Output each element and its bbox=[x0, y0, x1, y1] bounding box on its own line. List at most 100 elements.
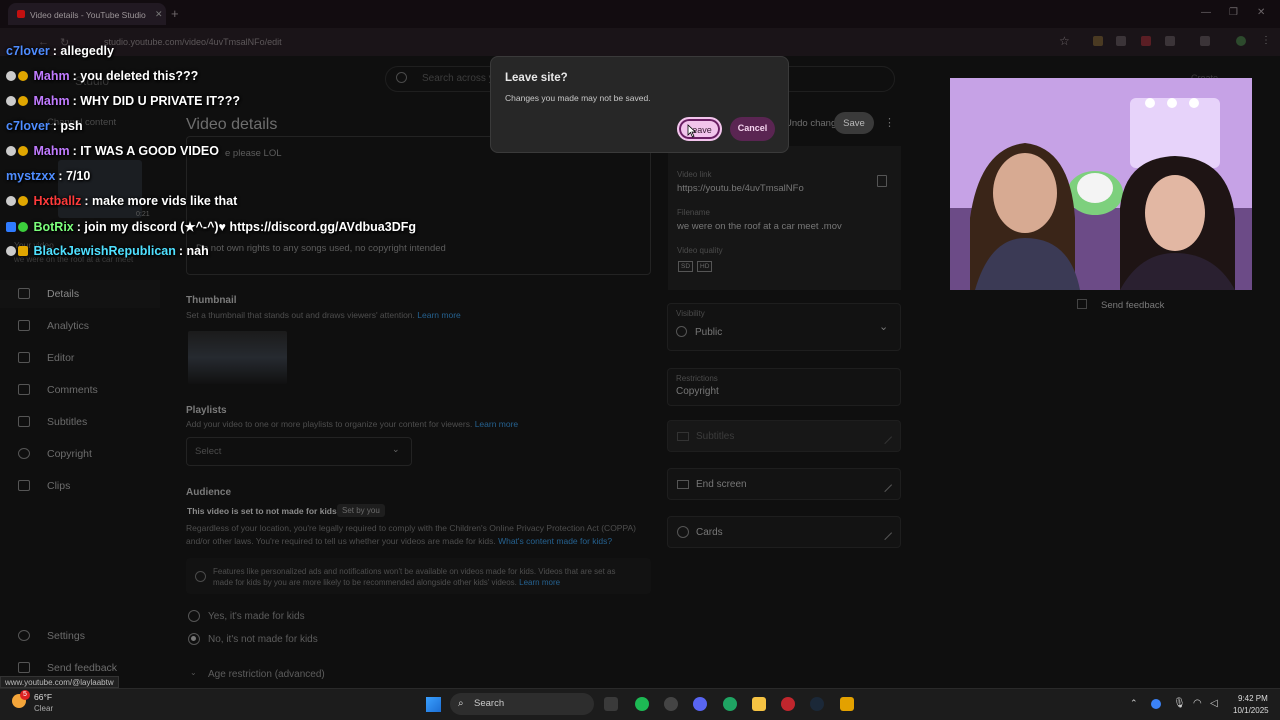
copy-icon[interactable] bbox=[877, 175, 887, 187]
comment-icon bbox=[18, 384, 30, 395]
search-icon: ⌕ bbox=[458, 698, 464, 709]
radio-made-for-kids[interactable] bbox=[188, 610, 200, 622]
windows-start-icon[interactable] bbox=[426, 697, 441, 712]
sidebar-item-details[interactable]: Details bbox=[0, 280, 160, 308]
app-icon[interactable] bbox=[781, 697, 795, 711]
menu-kebab-icon[interactable]: ⋮ bbox=[1261, 35, 1271, 46]
weather-desc: Clear bbox=[34, 704, 54, 713]
minimize-icon[interactable]: — bbox=[1201, 7, 1211, 18]
weather-temp: 66°F bbox=[34, 692, 53, 702]
age-restriction-toggle[interactable]: Age restriction (advanced) bbox=[208, 669, 325, 680]
playlists-sub-text: Add your video to one or more playlists … bbox=[186, 419, 473, 429]
puzzle-icon[interactable] bbox=[1165, 36, 1175, 46]
mouse-cursor-icon bbox=[687, 124, 697, 138]
chevron-down-icon: ⌄ bbox=[392, 444, 400, 454]
chevron-up-icon[interactable]: ⌃ bbox=[1130, 698, 1138, 709]
extension-icon[interactable] bbox=[1116, 36, 1126, 46]
task-view-icon[interactable] bbox=[604, 697, 618, 711]
sidepanel-icon[interactable] bbox=[1200, 36, 1210, 46]
spotify-icon[interactable] bbox=[635, 697, 649, 711]
close-window-icon[interactable]: ✕ bbox=[1257, 7, 1265, 18]
discord-icon[interactable] bbox=[693, 697, 707, 711]
filename-value: we were on the roof at a car meet .mov bbox=[677, 221, 842, 232]
app-icon[interactable] bbox=[664, 697, 678, 711]
volume-icon[interactable]: ◁ bbox=[1210, 698, 1218, 709]
sidebar-item-clips[interactable]: Clips bbox=[0, 472, 160, 500]
cancel-button[interactable]: Cancel bbox=[730, 117, 775, 141]
bookmark-star-icon[interactable]: ☆ bbox=[1059, 34, 1070, 48]
chat-message: Mahm: WHY DID U PRIVATE IT??? bbox=[6, 94, 240, 114]
thumbnail-sub-text: Set a thumbnail that stands out and draw… bbox=[186, 310, 415, 320]
sub-badge-icon bbox=[18, 196, 28, 206]
app-icon[interactable] bbox=[840, 697, 854, 711]
moderator-badge-icon bbox=[6, 146, 16, 156]
chat-text: : join my discord (★^-^)♥ https://discor… bbox=[76, 220, 417, 234]
sidebar-item-comments[interactable]: Comments bbox=[0, 376, 160, 404]
visibility-value: Public bbox=[695, 327, 723, 338]
chat-message: Hxtballz: make more vids like that bbox=[6, 194, 237, 214]
clock-time[interactable]: 9:42 PM bbox=[1238, 694, 1268, 703]
browser-tab[interactable]: Video details - YouTube Studio ✕ bbox=[8, 3, 166, 25]
thumbnail-learn-more-link[interactable]: Learn more bbox=[417, 310, 460, 320]
more-options-icon[interactable]: ⋮ bbox=[884, 116, 895, 129]
weather-badge: 5 bbox=[20, 690, 30, 700]
thumbnail-subtitle: Set a thumbnail that stands out and draw… bbox=[186, 310, 461, 320]
taskbar-search-label: Search bbox=[474, 698, 505, 709]
playlist-select-value: Select bbox=[195, 446, 222, 457]
profile-icon[interactable] bbox=[1236, 36, 1246, 46]
feedback-icon bbox=[1077, 299, 1087, 309]
chat-username: Mahm bbox=[33, 69, 70, 83]
chat-message: BlackJewishRepublican: nah bbox=[6, 244, 209, 264]
cards-label: Cards bbox=[696, 527, 723, 538]
leave-button[interactable]: Leave bbox=[677, 117, 722, 141]
file-explorer-icon[interactable] bbox=[752, 697, 766, 711]
extension-icon[interactable] bbox=[1093, 36, 1103, 46]
sidebar-item-label: Subtitles bbox=[47, 416, 88, 428]
chat-username: BlackJewishRepublican bbox=[33, 244, 176, 258]
playlists-learn-more-link[interactable]: Learn more bbox=[475, 419, 518, 429]
close-tab-icon[interactable]: ✕ bbox=[155, 9, 163, 20]
radio-not-made-for-kids[interactable] bbox=[188, 633, 200, 645]
save-button[interactable]: Save bbox=[834, 112, 874, 134]
screen: Video details - YouTube Studio ✕ + — ❐ ✕… bbox=[0, 0, 1280, 720]
video-link[interactable]: https://youtu.be/4uvTmsalNFo bbox=[677, 183, 804, 194]
gear-icon bbox=[18, 630, 30, 641]
extension-icon[interactable] bbox=[1141, 36, 1151, 46]
thumbnail-title: Thumbnail bbox=[186, 295, 237, 306]
chat-username: Mahm bbox=[33, 94, 70, 108]
sidebar-item-analytics[interactable]: Analytics bbox=[0, 312, 160, 340]
sidebar-item-label: Editor bbox=[47, 352, 75, 364]
playlists-subtitle: Add your video to one or more playlists … bbox=[186, 419, 518, 429]
send-feedback-link[interactable]: Send feedback bbox=[1101, 300, 1164, 311]
chrome-icon[interactable] bbox=[723, 697, 737, 711]
stream-chat-overlay: c7lover: allegedly Mahm: you deleted thi… bbox=[6, 42, 466, 262]
moderator-badge-icon bbox=[6, 96, 16, 106]
end-screen-icon bbox=[677, 480, 689, 489]
wifi-icon[interactable]: ◠ bbox=[1193, 698, 1202, 709]
taskbar-search[interactable] bbox=[450, 693, 594, 715]
steam-icon[interactable] bbox=[810, 697, 824, 711]
microphone-icon[interactable]: 🎙 bbox=[1173, 698, 1186, 709]
sidebar-item-label: Settings bbox=[47, 630, 85, 642]
audience-body-text: and/or other laws. You're required to te… bbox=[186, 536, 496, 546]
sidebar-item-copyright[interactable]: Copyright bbox=[0, 440, 160, 468]
audience-note-line1: Features like personalized ads and notif… bbox=[213, 567, 616, 576]
sidebar-item-editor[interactable]: Editor bbox=[0, 344, 160, 372]
maximize-icon[interactable]: ❐ bbox=[1229, 7, 1238, 18]
new-tab-icon[interactable]: + bbox=[171, 6, 179, 21]
thumbnail-image[interactable] bbox=[188, 331, 287, 384]
made-for-kids-link[interactable]: What's content made for kids? bbox=[498, 536, 612, 546]
bot-badge-icon bbox=[6, 222, 16, 232]
youtube-studio-favicon-icon bbox=[17, 10, 25, 18]
note-learn-more-link[interactable]: Learn more bbox=[519, 578, 560, 587]
clock-date[interactable]: 10/1/2025 bbox=[1233, 706, 1269, 715]
info-icon bbox=[677, 526, 689, 538]
quality-sd-badge: SD bbox=[678, 261, 694, 272]
sidebar-item-label: Comments bbox=[47, 384, 98, 396]
chevron-down-icon: ⌄ bbox=[879, 321, 889, 333]
sidebar-item-label: Clips bbox=[47, 480, 71, 492]
sidebar-item-settings[interactable]: Settings bbox=[0, 622, 160, 650]
subtitles-icon bbox=[18, 416, 30, 427]
tray-app-icon[interactable] bbox=[1151, 699, 1161, 709]
sidebar-item-subtitles[interactable]: Subtitles bbox=[0, 408, 160, 436]
